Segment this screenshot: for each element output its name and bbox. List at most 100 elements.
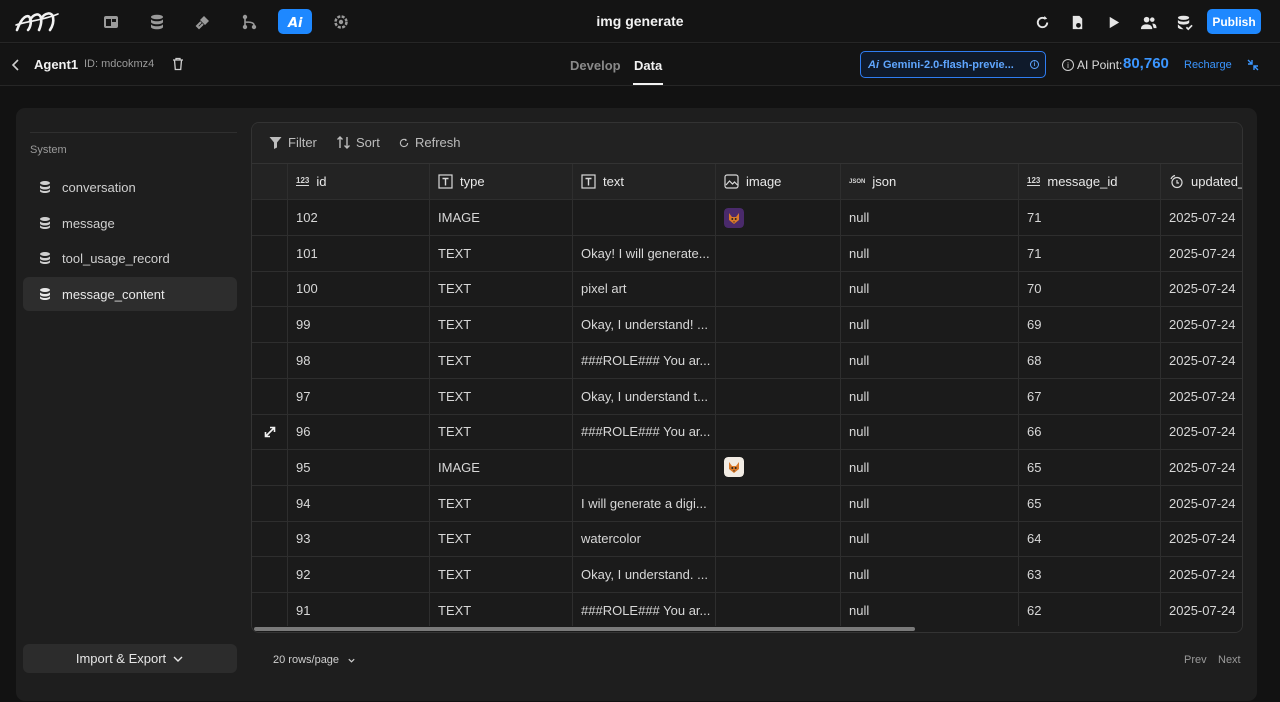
cell-json[interactable]: null [841, 235, 1019, 271]
cell-json[interactable]: null [841, 378, 1019, 414]
collapse-panel-icon[interactable] [1246, 58, 1260, 72]
cell-type[interactable]: IMAGE [430, 200, 573, 235]
cell-type[interactable]: IMAGE [430, 449, 573, 485]
cell-text[interactable]: Okay, I understand t... [573, 378, 716, 414]
database-icon[interactable] [140, 9, 174, 34]
filter-button[interactable]: Filter [268, 135, 317, 150]
cell-text[interactable]: Okay, I understand! ... [573, 307, 716, 343]
trash-icon[interactable] [170, 56, 186, 72]
cell-id[interactable]: 97 [288, 378, 430, 414]
table-row[interactable]: 96 TEXT ###ROLE### You ar... null 66 2025-07-… [252, 414, 1242, 451]
expand-icon[interactable] [264, 426, 276, 438]
cell-image[interactable] [716, 271, 841, 307]
cell-updated[interactable]: 2025-07-24 [1161, 414, 1242, 449]
row-handle[interactable] [252, 307, 288, 343]
row-handle[interactable] [252, 557, 288, 592]
cell-type[interactable]: TEXT [430, 521, 573, 557]
plugin-icon[interactable] [186, 9, 220, 34]
prev-page-button[interactable]: Prev [1184, 654, 1207, 666]
cell-message-id[interactable]: 62 [1019, 592, 1161, 628]
cell-message-id[interactable]: 64 [1019, 521, 1161, 557]
cell-id[interactable]: 94 [288, 485, 430, 521]
cell-updated[interactable]: 2025-07-24 [1161, 486, 1242, 521]
workflow-icon[interactable] [232, 9, 266, 34]
cell-message-id[interactable]: 65 [1019, 485, 1161, 521]
cell-id[interactable]: 95 [288, 449, 430, 485]
cell-text[interactable] [573, 449, 716, 485]
sort-button[interactable]: Sort [336, 135, 380, 150]
cell-text[interactable]: Okay! I will generate... [573, 235, 716, 271]
users-icon[interactable] [1137, 11, 1159, 33]
cell-image[interactable] [716, 557, 841, 592]
cell-json[interactable]: null [841, 307, 1019, 343]
column-header-updated[interactable]: updated_ [1161, 164, 1242, 199]
file-settings-icon[interactable] [1066, 11, 1088, 33]
cell-message-id[interactable]: 67 [1019, 378, 1161, 414]
cell-id[interactable]: 93 [288, 521, 430, 557]
table-row[interactable]: 101 TEXT Okay! I will generate... null 71 202… [252, 235, 1242, 272]
cell-json[interactable]: null [841, 271, 1019, 307]
table-row[interactable]: 94 TEXT I will generate a digi... null 65 202… [252, 485, 1242, 522]
cell-image[interactable] [716, 307, 841, 343]
column-header-id[interactable]: 123 id [288, 164, 430, 199]
column-header-text[interactable]: text [573, 164, 716, 199]
cell-id[interactable]: 92 [288, 557, 430, 592]
cell-image[interactable] [716, 414, 841, 450]
cell-id[interactable]: 101 [288, 235, 430, 271]
cell-type[interactable]: TEXT [430, 342, 573, 378]
row-handle[interactable] [252, 521, 288, 557]
refresh-icon[interactable] [1031, 11, 1053, 33]
cell-message-id[interactable]: 70 [1019, 271, 1161, 307]
cell-image[interactable] [716, 592, 841, 628]
table-row[interactable]: 93 TEXT watercolor null 64 2025-07-24 [252, 521, 1242, 558]
column-header-message-id[interactable]: 123 message_id [1019, 164, 1161, 199]
cell-text[interactable]: ###ROLE### You ar... [573, 414, 716, 450]
cell-updated[interactable]: 2025-07-24 [1161, 200, 1242, 235]
column-header-type[interactable]: type [430, 164, 573, 199]
cell-updated[interactable]: 2025-07-24 [1161, 450, 1242, 485]
row-handle[interactable] [252, 200, 288, 235]
cell-image[interactable] [716, 342, 841, 378]
cell-json[interactable]: null [841, 521, 1019, 557]
horizontal-scrollbar-thumb[interactable] [254, 627, 915, 631]
cell-message-id[interactable]: 71 [1019, 200, 1161, 235]
next-page-button[interactable]: Next [1218, 654, 1241, 666]
cell-image[interactable] [716, 200, 841, 235]
row-handle[interactable] [252, 271, 288, 307]
cell-id[interactable]: 96 [288, 414, 430, 450]
cell-updated[interactable]: 2025-07-24 [1161, 557, 1242, 592]
column-header-json[interactable]: JSON json [841, 164, 1019, 199]
row-handle[interactable] [252, 378, 288, 414]
cell-image[interactable] [716, 521, 841, 557]
cell-id[interactable]: 100 [288, 271, 430, 307]
cell-type[interactable]: TEXT [430, 485, 573, 521]
chevron-left-icon[interactable] [8, 57, 24, 73]
table-row[interactable]: 91 TEXT ###ROLE### You ar... null 62 2025-07-… [252, 592, 1242, 629]
cell-json[interactable]: null [841, 557, 1019, 592]
table-row[interactable]: 92 TEXT Okay, I understand. ... null 63 2025-… [252, 557, 1242, 593]
model-selector[interactable]: Ai Gemini-2.0-flash-previe... i [860, 51, 1046, 78]
row-handle[interactable] [252, 235, 288, 271]
cell-json[interactable]: null [841, 485, 1019, 521]
recharge-link[interactable]: Recharge [1184, 59, 1232, 71]
sidebar-item-conversation[interactable]: conversation [23, 170, 237, 204]
cell-image[interactable] [716, 449, 841, 485]
cell-json[interactable]: null [841, 200, 1019, 235]
cell-type[interactable]: TEXT [430, 592, 573, 628]
ai-point-info-icon[interactable]: i [1062, 59, 1074, 71]
cell-text[interactable]: pixel art [573, 271, 716, 307]
cell-json[interactable]: null [841, 592, 1019, 628]
cell-image[interactable] [716, 378, 841, 414]
cell-id[interactable]: 98 [288, 342, 430, 378]
cell-updated[interactable]: 2025-07-24 [1161, 236, 1242, 271]
settings-icon[interactable] [324, 9, 358, 34]
play-icon[interactable] [1102, 11, 1124, 33]
cell-updated[interactable]: 2025-07-24 [1161, 343, 1242, 378]
cell-json[interactable]: null [841, 414, 1019, 450]
cell-updated[interactable]: 2025-07-24 [1161, 307, 1242, 342]
cell-message-id[interactable]: 63 [1019, 557, 1161, 592]
cell-id[interactable]: 99 [288, 307, 430, 343]
cell-type[interactable]: TEXT [430, 557, 573, 592]
cell-message-id[interactable]: 69 [1019, 307, 1161, 343]
cell-updated[interactable]: 2025-07-24 [1161, 593, 1242, 628]
